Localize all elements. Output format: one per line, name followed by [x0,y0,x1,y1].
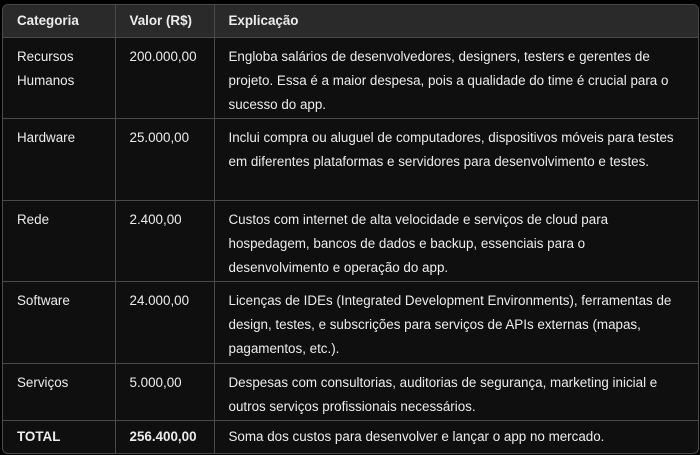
header-valor: Valor (R$) [115,5,215,38]
table-row: Serviços 5.000,00 Despesas com consultor… [3,363,698,421]
cell-valor: 25.000,00 [115,118,215,201]
cell-explicacao: Inclui compra ou aluguel de computadores… [214,118,698,201]
table-row: Software 24.000,00 Licenças de IDEs (Int… [3,281,698,364]
cell-categoria: Rede [3,200,116,282]
cell-categoria: Serviços [3,363,116,421]
cell-valor: 24.000,00 [115,281,215,364]
cell-categoria: Recursos Humanos [3,37,116,119]
cell-categoria: Hardware [3,118,116,201]
cell-total-valor: 256.400,00 [115,420,215,453]
cell-valor: 2.400,00 [115,200,215,282]
cell-total-label: TOTAL [3,420,116,453]
header-categoria: Categoria [3,5,116,38]
cell-categoria: Software [3,281,116,364]
table-row: Rede 2.400,00 Custos com internet de alt… [3,200,698,282]
cost-table-container: Categoria Valor (R$) Explicação Recursos… [2,4,699,454]
cell-valor: 200.000,00 [115,37,215,119]
cell-valor: 5.000,00 [115,363,215,421]
table-row: Hardware 25.000,00 Inclui compra ou alug… [3,118,698,201]
header-explicacao: Explicação [214,5,698,38]
cell-explicacao: Engloba salários de desenvolvedores, des… [214,37,698,119]
table-header-row: Categoria Valor (R$) Explicação [3,5,698,38]
cell-explicacao: Despesas com consultorias, auditorias de… [214,363,698,421]
cell-explicacao: Licenças de IDEs (Integrated Development… [214,281,698,364]
cost-table: Categoria Valor (R$) Explicação Recursos… [3,5,698,453]
cell-total-explicacao: Soma dos custos para desenvolver e lança… [228,428,605,444]
table-total-row: TOTAL 256.400,00 Soma dos custos para de… [3,420,698,453]
cell-explicacao: Custos com internet de alta velocidade e… [214,200,698,282]
table-row: Recursos Humanos 200.000,00 Engloba salá… [3,37,698,119]
